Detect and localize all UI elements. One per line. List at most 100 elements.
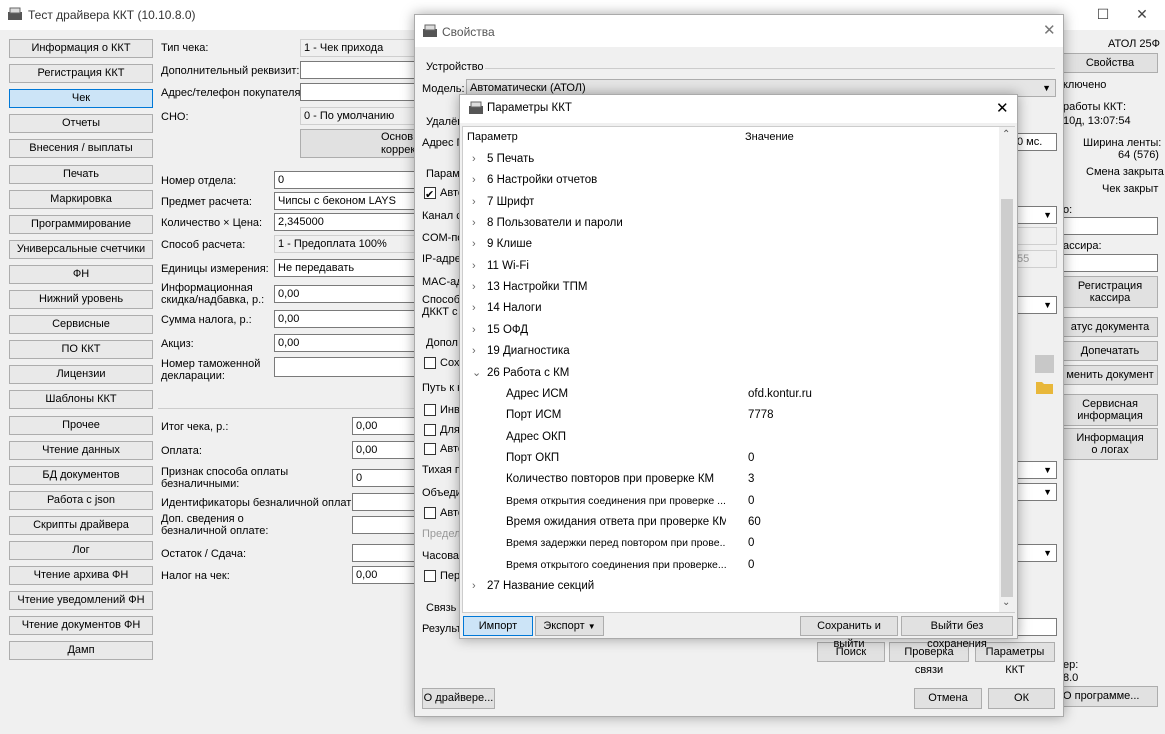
folder-icon[interactable] bbox=[1035, 379, 1054, 397]
chevron-right-icon[interactable]: › bbox=[472, 277, 488, 298]
about-driver-button[interactable]: О драйвере... bbox=[422, 688, 495, 709]
tree-row[interactable]: Время открытого соединения при проверке.… bbox=[463, 555, 999, 576]
basis-correction-button[interactable]: Основ коррек bbox=[300, 129, 415, 158]
tree-row[interactable]: › 19 Диагностика bbox=[463, 341, 999, 362]
chevron-down-icon[interactable]: ⌄ bbox=[472, 363, 488, 384]
ms-spinner[interactable]: 0 мс. bbox=[1013, 133, 1057, 151]
customs-input[interactable] bbox=[274, 357, 415, 377]
nav-button[interactable]: Сервисные bbox=[9, 315, 153, 335]
cashless-input[interactable]: 0 bbox=[352, 469, 415, 487]
nav-button[interactable]: Информация о ККТ bbox=[9, 39, 153, 58]
ok-button[interactable]: ОК bbox=[988, 688, 1055, 709]
register-cashier-button[interactable]: Регистрация кассира bbox=[1062, 276, 1158, 308]
nav-button[interactable]: Отчеты bbox=[9, 114, 153, 134]
nav-button[interactable]: Чтение данных bbox=[9, 440, 153, 460]
auto-checkbox[interactable]: ✔ bbox=[424, 187, 436, 201]
inv-checkbox[interactable] bbox=[424, 404, 436, 416]
tree-row[interactable]: Время задержки перед повтором при прове.… bbox=[463, 533, 999, 554]
close-icon[interactable]: ✕ bbox=[1122, 0, 1162, 30]
change-input[interactable] bbox=[352, 544, 415, 562]
auto2-checkbox[interactable] bbox=[424, 443, 436, 455]
tax-on-check-input[interactable]: 0,00 bbox=[352, 566, 415, 584]
cancel-document-button[interactable]: менить документ bbox=[1062, 365, 1158, 385]
dept-input[interactable]: 0 bbox=[274, 171, 415, 189]
exit-nosave-button[interactable]: Выйти без сохранения bbox=[901, 616, 1013, 650]
sno-select[interactable]: 0 - По умолчанию bbox=[300, 107, 415, 125]
tree-row[interactable]: › 27 Название секций bbox=[463, 576, 999, 597]
buyer-input[interactable] bbox=[300, 83, 415, 101]
nav-button[interactable]: Универсальные счетчики bbox=[9, 239, 153, 259]
nav-button[interactable]: Внесения / выплаты bbox=[9, 139, 153, 159]
chevron-right-icon[interactable]: › bbox=[472, 149, 488, 170]
excise-input[interactable]: 0,00 bbox=[274, 334, 415, 352]
check-type-select[interactable]: 1 - Чек прихода bbox=[300, 39, 415, 57]
total-input[interactable]: 0,00 bbox=[352, 417, 415, 435]
tree-row[interactable]: Адрес ОКП bbox=[463, 427, 999, 448]
tree-row[interactable]: › 5 Печать bbox=[463, 149, 999, 170]
tree-row[interactable]: › 9 Клише bbox=[463, 234, 999, 255]
nav-button[interactable]: Лог bbox=[9, 541, 153, 560]
service-info-button[interactable]: Сервисная информация bbox=[1062, 394, 1158, 426]
combine-select[interactable]: ▼ bbox=[1013, 483, 1057, 501]
ip-input[interactable]: 55 bbox=[1013, 250, 1057, 268]
nav-button[interactable]: ФН bbox=[9, 264, 153, 284]
tree-row[interactable]: › 14 Налоги bbox=[463, 298, 999, 319]
export-button[interactable]: Экспорт ▼ bbox=[535, 616, 604, 636]
tree-row[interactable]: Количество повторов при проверке КМ 3 bbox=[463, 469, 999, 490]
nav-button[interactable]: Чтение архива ФН bbox=[9, 566, 153, 586]
kkt-params-button[interactable]: Параметры ККТ bbox=[975, 642, 1055, 676]
quiet-select[interactable]: ▼ bbox=[1013, 461, 1057, 479]
tree-row[interactable]: › 13 Настройки ТПМ bbox=[463, 277, 999, 298]
scroll-up-icon[interactable]: ⌃ bbox=[1002, 129, 1010, 140]
color-swatch[interactable] bbox=[1035, 355, 1054, 373]
scroll-down-icon[interactable]: ⌄ bbox=[1002, 597, 1010, 608]
chevron-right-icon[interactable]: › bbox=[472, 298, 488, 319]
reb-checkbox[interactable] bbox=[424, 570, 436, 582]
nav-button[interactable]: Чтение уведомлений ФН bbox=[9, 591, 153, 611]
pay-input[interactable]: 0,00 bbox=[352, 441, 415, 459]
properties-button[interactable]: Свойства bbox=[1062, 53, 1158, 73]
chevron-right-icon[interactable]: › bbox=[472, 576, 488, 597]
nav-button[interactable]: Программирование bbox=[9, 214, 153, 234]
tree-row[interactable]: › 8 Пользователи и пароли bbox=[463, 213, 999, 234]
tree-row[interactable]: ⌄ 26 Работа с КМ bbox=[463, 363, 999, 384]
right-input-1[interactable] bbox=[1062, 217, 1158, 235]
tax-input[interactable]: 0,00 bbox=[274, 310, 415, 328]
chevron-right-icon[interactable]: › bbox=[472, 192, 488, 213]
discount-input[interactable]: 0,00 bbox=[274, 285, 415, 303]
nav-button[interactable]: Чек bbox=[9, 89, 153, 109]
tree-row[interactable]: › 15 ОФД bbox=[463, 320, 999, 341]
nav-button[interactable]: Маркировка bbox=[9, 189, 153, 209]
nav-button[interactable]: Лицензии bbox=[9, 365, 153, 385]
nav-button[interactable]: ПО ККТ bbox=[9, 340, 153, 360]
cancel-button[interactable]: Отмена bbox=[914, 688, 982, 709]
scrollbar-thumb[interactable] bbox=[1001, 199, 1013, 597]
tree-row[interactable]: Время открытия соединения при проверке .… bbox=[463, 491, 999, 512]
result-input[interactable] bbox=[1013, 618, 1057, 636]
chevron-right-icon[interactable]: › bbox=[472, 170, 488, 191]
chevron-right-icon[interactable]: › bbox=[472, 341, 488, 362]
auto3-checkbox[interactable] bbox=[424, 507, 436, 519]
tree-row[interactable]: › 11 Wi-Fi bbox=[463, 256, 999, 277]
nav-button[interactable]: Прочее bbox=[9, 415, 153, 435]
units-select[interactable]: Не передавать bbox=[274, 259, 415, 277]
scrollbar[interactable]: ⌃ ⌄ bbox=[999, 127, 1015, 612]
tree-row[interactable]: Порт ОКП 0 bbox=[463, 448, 999, 469]
nav-button[interactable]: БД документов bbox=[9, 465, 153, 485]
tree-row[interactable]: › 6 Настройки отчетов bbox=[463, 170, 999, 191]
nav-button[interactable]: Скрипты драйвера bbox=[9, 515, 153, 535]
item-input[interactable]: Чипсы с беконом LAYS bbox=[274, 192, 415, 210]
close-icon[interactable]: ✕ bbox=[996, 99, 1009, 117]
tree-row[interactable]: Адрес ИСМ ofd.kontur.ru bbox=[463, 384, 999, 405]
tree-row[interactable]: Порт ИСМ 7778 bbox=[463, 405, 999, 426]
tree-row[interactable]: › 7 Шрифт bbox=[463, 192, 999, 213]
nav-button[interactable]: Печать bbox=[9, 164, 153, 184]
way-select[interactable]: ▼ bbox=[1013, 296, 1057, 314]
extra-attr-input[interactable] bbox=[300, 61, 415, 79]
nav-button[interactable]: Регистрация ККТ bbox=[9, 64, 153, 84]
com-select[interactable] bbox=[1013, 227, 1057, 245]
maximize-icon[interactable]: ☐ bbox=[1083, 0, 1123, 30]
chevron-right-icon[interactable]: › bbox=[472, 213, 488, 234]
chevron-right-icon[interactable]: › bbox=[472, 320, 488, 341]
import-button[interactable]: Импорт bbox=[463, 616, 533, 636]
